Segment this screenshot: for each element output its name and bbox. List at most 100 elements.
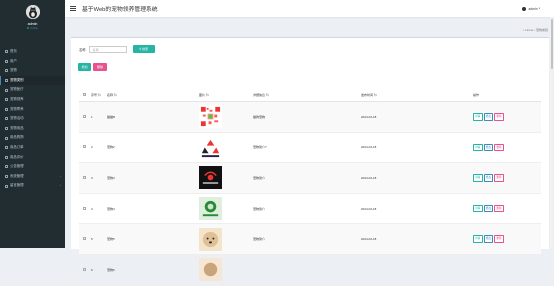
sidebar-item-label: 首页 bbox=[10, 49, 17, 53]
page-scrollbar[interactable] bbox=[550, 17, 553, 248]
calendar-icon bbox=[5, 117, 8, 121]
sidebar-item-label: 宠物寄养 bbox=[10, 106, 24, 111]
select-all-checkbox[interactable] bbox=[79, 89, 90, 102]
row-image[interactable] bbox=[198, 193, 252, 225]
row-checkbox[interactable] bbox=[79, 101, 90, 133]
sidebar-menu: 首页 用户 宠物 宠物类别 宠物医疗 宠物领养 宠物寄养 宠物活动 宠物用品 用… bbox=[0, 47, 65, 191]
search-button[interactable]: ⚲ 搜索 bbox=[132, 45, 155, 53]
sidebar-item-system[interactable]: 系统管理 ‹ bbox=[0, 172, 65, 182]
scrollbar-thumb[interactable] bbox=[550, 19, 553, 69]
row-time: 2024-02-18 bbox=[360, 101, 472, 133]
edit-button[interactable]: 修改 bbox=[483, 113, 494, 121]
row-image[interactable] bbox=[198, 223, 252, 255]
sidebar-item-supply-shopping[interactable]: 用品购物 bbox=[0, 133, 65, 143]
chevron-down-icon: ▾ bbox=[538, 7, 540, 10]
gear-icon bbox=[5, 175, 8, 179]
row-index: 6 bbox=[90, 254, 106, 286]
row-image[interactable] bbox=[198, 101, 252, 133]
list-icon bbox=[5, 146, 8, 150]
row-image[interactable] bbox=[198, 162, 252, 194]
sidebar-item-label: 公告管理 bbox=[10, 164, 24, 169]
row-details: 宠物简介 bbox=[252, 193, 360, 225]
top-user-avatar bbox=[522, 6, 527, 11]
sidebar-item-pet-medical[interactable]: 宠物医疗 bbox=[0, 85, 65, 95]
sidebar-item-activities[interactable]: 宠物活动 bbox=[0, 114, 65, 124]
sidebar-item-pet-category[interactable]: 宠物类别 bbox=[0, 75, 65, 86]
column-header-details[interactable]: 详细信息 ⇅ bbox=[252, 89, 360, 102]
sidebar-item-label: 用品评价 bbox=[10, 154, 24, 159]
chevron-left-icon: ‹ bbox=[60, 183, 61, 188]
sidebar-item-announcements[interactable]: 公告管理 bbox=[0, 162, 65, 172]
top-user-menu[interactable]: admin ▾ bbox=[522, 6, 540, 11]
column-header-time[interactable]: 发布时间 ⇅ bbox=[360, 89, 472, 102]
table-row: 2 宠物2 宠物简介7 2024-02-18 详情 修改 删除 bbox=[79, 132, 541, 164]
edit-button[interactable]: 修改 bbox=[483, 235, 494, 243]
edit-button[interactable]: 修改 bbox=[483, 204, 494, 213]
user-status: Online bbox=[0, 27, 65, 30]
row-image[interactable] bbox=[198, 132, 252, 164]
sidebar-item-supplies[interactable]: 宠物用品 bbox=[0, 124, 65, 134]
user-avatar[interactable] bbox=[25, 5, 40, 19]
row-index: 4 bbox=[90, 193, 106, 225]
black-logo-image bbox=[199, 166, 222, 190]
row-time bbox=[360, 254, 472, 286]
row-delete-button[interactable]: 删除 bbox=[494, 235, 504, 243]
row-checkbox[interactable] bbox=[79, 162, 90, 194]
row-checkbox[interactable] bbox=[79, 254, 90, 286]
row-delete-button[interactable]: 删除 bbox=[494, 204, 504, 213]
table-row: 6 宠物6 bbox=[79, 254, 541, 286]
menu-toggle-icon[interactable] bbox=[70, 5, 76, 13]
row-checkbox[interactable] bbox=[79, 193, 90, 225]
recycle-logo-image bbox=[199, 135, 222, 159]
row-delete-button[interactable]: 删除 bbox=[494, 143, 504, 152]
row-name: 宠物5 bbox=[106, 223, 198, 255]
top-user-name: admin bbox=[528, 6, 538, 11]
row-index: 1 bbox=[90, 101, 106, 133]
sidebar-item-boarding[interactable]: 宠物寄养 bbox=[0, 105, 65, 115]
sidebar: admin Online 首页 用户 宠物 宠物类别 宠物医疗 宠物领养 宠物寄… bbox=[0, 0, 65, 248]
view-button[interactable]: 详情 bbox=[473, 143, 483, 152]
table-row: 4 宠物4 宠物简介 2024-02-18 详情 修改 删除 bbox=[79, 193, 541, 225]
view-button[interactable]: 详情 bbox=[473, 113, 483, 121]
search-input[interactable]: 名称 bbox=[88, 45, 127, 53]
column-header-actions: 操作 bbox=[472, 89, 541, 102]
search-row: 名称 名称 ⚲ 搜索 bbox=[79, 45, 155, 53]
view-button[interactable]: 详情 bbox=[473, 235, 483, 243]
sidebar-item-label: 留言管理 bbox=[10, 183, 24, 188]
row-checkbox[interactable] bbox=[79, 223, 90, 255]
column-header-image[interactable]: 图片 ⇅ bbox=[198, 89, 252, 102]
table-row: 5 宠物5 宠物简介 2024-02-18 详情 修改 删除 bbox=[79, 223, 541, 255]
edit-button[interactable]: 修改 bbox=[483, 174, 494, 182]
row-time: 2024-02-18 bbox=[360, 193, 472, 225]
cart-icon bbox=[5, 136, 8, 140]
row-image[interactable] bbox=[198, 254, 252, 286]
row-delete-button[interactable]: 删除 bbox=[494, 113, 504, 121]
add-button[interactable]: 增加 bbox=[78, 63, 91, 71]
search-label: 名称 bbox=[79, 47, 86, 52]
sidebar-item-label: 宠物用品 bbox=[10, 125, 24, 130]
row-actions: 详情 修改 删除 bbox=[472, 101, 541, 133]
row-index: 5 bbox=[90, 223, 106, 255]
sidebar-item-messages[interactable]: 留言管理 ‹ bbox=[0, 181, 65, 191]
view-button[interactable]: 详情 bbox=[473, 174, 483, 182]
column-header-index[interactable]: 序号 ⇅ bbox=[90, 89, 106, 102]
dog-photo-image bbox=[199, 227, 222, 251]
sidebar-item-home[interactable]: 首页 bbox=[0, 47, 65, 57]
sidebar-item-adoption[interactable]: 宠物领养 bbox=[0, 95, 65, 105]
sidebar-item-supply-orders[interactable]: 用品订单 bbox=[0, 143, 65, 153]
sidebar-item-label: 系统管理 bbox=[10, 173, 24, 178]
online-dot-icon bbox=[27, 27, 30, 30]
row-details: 猫狗宠物 bbox=[252, 101, 360, 133]
delete-button[interactable]: 删除 bbox=[93, 63, 107, 71]
sidebar-item-users[interactable]: 用户 bbox=[0, 57, 65, 67]
row-checkbox[interactable] bbox=[79, 132, 90, 164]
column-header-name[interactable]: 名称 ⇅ bbox=[106, 89, 198, 102]
breadcrumb[interactable]: ⌂ Home › 宠物类别 bbox=[523, 28, 548, 32]
edit-button[interactable]: 修改 bbox=[483, 143, 494, 152]
row-delete-button[interactable]: 删除 bbox=[494, 174, 504, 182]
row-name: 猫猫B bbox=[106, 101, 198, 133]
sidebar-item-pets[interactable]: 宠物 bbox=[0, 66, 65, 76]
row-index: 2 bbox=[90, 132, 106, 164]
view-button[interactable]: 详情 bbox=[473, 204, 483, 213]
sidebar-item-supply-reviews[interactable]: 用品评价 bbox=[0, 153, 65, 163]
